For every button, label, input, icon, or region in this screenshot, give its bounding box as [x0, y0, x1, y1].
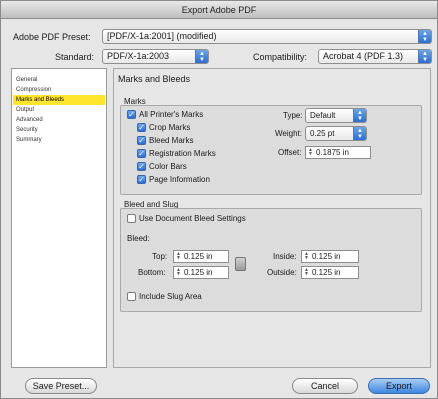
bleed-marks-label: Bleed Marks [149, 136, 194, 145]
bottom-bleed-field[interactable]: ▲ ▼ 0.125 in [173, 266, 229, 279]
bottom-bleed-value: 0.125 in [184, 268, 213, 277]
save-preset-button[interactable]: Save Preset... [25, 378, 97, 394]
bleed-slug-group: Use Document Bleed Settings Bleed: Top: … [120, 208, 422, 312]
crop-marks-checkbox[interactable]: ✓ [137, 123, 146, 132]
sidebar-item-compression[interactable]: Compression [13, 85, 105, 95]
inside-label: Inside: [273, 252, 297, 261]
bleed-marks-checkbox[interactable]: ✓ [137, 136, 146, 145]
cancel-button[interactable]: Cancel [292, 378, 358, 394]
marks-group: ✓ All Printer's Marks ✓ Crop Marks ✓ Ble… [120, 105, 422, 195]
compatibility-value: Acrobat 4 (PDF 1.3) [323, 51, 404, 61]
stepper-icon[interactable]: ▲ ▼ [303, 252, 310, 261]
window-title: Export Adobe PDF [1, 1, 437, 19]
sidebar-item-output[interactable]: Output [13, 105, 105, 115]
stepper-icon[interactable]: ▲ ▼ [175, 268, 182, 277]
offset-field[interactable]: ▲ ▼ 0.1875 in [305, 146, 371, 159]
top-label: Top: [152, 252, 168, 261]
stepper-icon[interactable]: ▲ ▼ [303, 268, 310, 277]
type-value: Default [310, 111, 336, 120]
all-printers-marks-label: All Printer's Marks [139, 110, 204, 119]
page-information-label: Page Information [149, 175, 210, 184]
outside-bleed-value: 0.125 in [312, 268, 341, 277]
chevron-updown-icon: ▲ ▼ [195, 50, 208, 63]
export-button[interactable]: Export [368, 378, 430, 394]
bottom-label: Bottom: [138, 268, 166, 277]
sidebar-item-advanced[interactable]: Advanced [13, 115, 105, 125]
include-slug-checkbox[interactable] [127, 292, 136, 301]
all-printers-marks-checkbox[interactable]: ✓ [127, 110, 136, 119]
stepper-icon[interactable]: ▲ ▼ [307, 148, 314, 157]
color-bars-label: Color Bars [149, 162, 187, 171]
sidebar-item-summary[interactable]: Summary [13, 135, 105, 145]
chevron-updown-icon: ▲ ▼ [418, 50, 431, 63]
compatibility-label: Compatibility: [253, 52, 308, 62]
top-bleed-field[interactable]: ▲ ▼ 0.125 in [173, 250, 229, 263]
bleed-label: Bleed: [127, 234, 150, 243]
compatibility-dropdown[interactable]: Acrobat 4 (PDF 1.3) ▲ ▼ [318, 49, 432, 64]
outside-bleed-field[interactable]: ▲ ▼ 0.125 in [301, 266, 359, 279]
color-bars-checkbox[interactable]: ✓ [137, 162, 146, 171]
offset-value: 0.1875 in [316, 148, 349, 157]
sidebar-item-general[interactable]: General [13, 75, 105, 85]
inside-bleed-value: 0.125 in [312, 252, 341, 261]
chevron-updown-icon: ▲ ▼ [353, 127, 366, 140]
sidebar-item-marks-and-bleeds[interactable]: Marks and Bleeds [13, 95, 105, 105]
standard-dropdown[interactable]: PDF/X-1a:2003 ▲ ▼ [102, 49, 209, 64]
preset-value: [PDF/X-1a:2001] (modified) [107, 31, 217, 41]
use-document-bleed-checkbox[interactable] [127, 214, 136, 223]
category-sidebar: General Compression Marks and Bleeds Out… [11, 68, 107, 368]
outside-label: Outside: [267, 268, 297, 277]
panel-title: Marks and Bleeds [118, 74, 191, 84]
use-document-bleed-label: Use Document Bleed Settings [139, 214, 246, 223]
include-slug-label: Include Slug Area [139, 292, 202, 301]
registration-marks-checkbox[interactable]: ✓ [137, 149, 146, 158]
top-bleed-value: 0.125 in [184, 252, 213, 261]
weight-dropdown[interactable]: 0.25 pt ▲ ▼ [305, 126, 367, 141]
weight-label: Weight: [275, 129, 302, 138]
standard-label: Standard: [55, 52, 95, 62]
chevron-updown-icon: ▲ ▼ [418, 30, 431, 43]
sidebar-item-security[interactable]: Security [13, 125, 105, 135]
preset-dropdown[interactable]: [PDF/X-1a:2001] (modified) ▲ ▼ [102, 29, 432, 44]
settings-panel: Marks and Bleeds Marks ✓ All Printer's M… [113, 68, 431, 368]
export-pdf-dialog: Export Adobe PDF Adobe PDF Preset: [PDF/… [0, 0, 438, 399]
registration-marks-label: Registration Marks [149, 149, 216, 158]
page-information-checkbox[interactable]: ✓ [137, 175, 146, 184]
standard-value: PDF/X-1a:2003 [107, 51, 170, 61]
inside-bleed-field[interactable]: ▲ ▼ 0.125 in [301, 250, 359, 263]
chevron-updown-icon: ▲ ▼ [353, 109, 366, 122]
weight-value: 0.25 pt [310, 129, 335, 138]
type-label: Type: [283, 111, 303, 120]
link-icon[interactable] [235, 257, 246, 271]
stepper-icon[interactable]: ▲ ▼ [175, 252, 182, 261]
preset-label: Adobe PDF Preset: [13, 32, 91, 42]
crop-marks-label: Crop Marks [149, 123, 191, 132]
type-dropdown[interactable]: Default ▲ ▼ [305, 108, 367, 123]
offset-label: Offset: [278, 148, 302, 157]
